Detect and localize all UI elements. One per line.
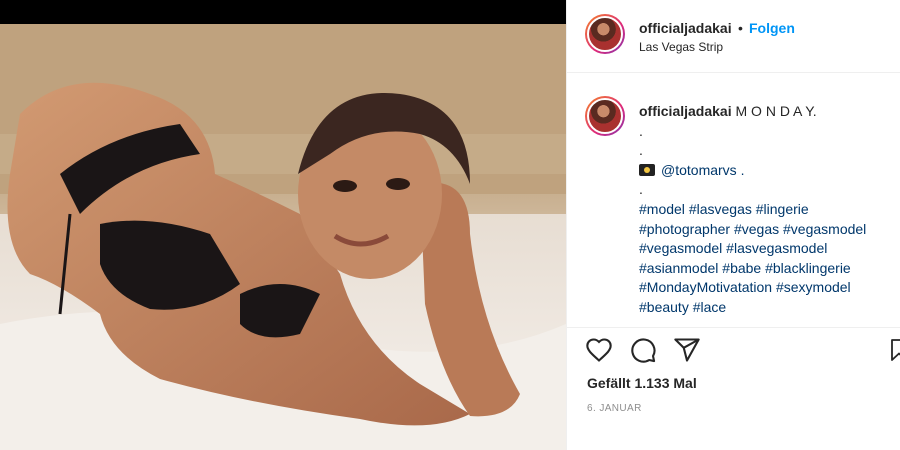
- hashtag-link[interactable]: #vegasmodel: [639, 240, 722, 256]
- hashtag-line: #vegasmodel #lasvegasmodel: [639, 239, 897, 259]
- hashtag-link[interactable]: #vegasmodel: [783, 221, 866, 237]
- caption-username-link[interactable]: officialjadakai: [639, 103, 732, 119]
- camera-emoji-icon: [639, 163, 655, 176]
- heart-icon[interactable]: [585, 336, 613, 364]
- hashtag-link[interactable]: #beauty: [639, 299, 689, 315]
- post-header: officialjadakai • Folgen Las Vegas Strip…: [567, 0, 900, 73]
- hashtag-link[interactable]: #lasvegasmodel: [726, 240, 827, 256]
- post-date[interactable]: 6. JANUAR: [587, 403, 642, 414]
- caption-dot: .: [639, 142, 643, 159]
- caption-text: officialjadakai M O N D A Y. . . @totoma…: [639, 102, 897, 318]
- hashtag-line: #photographer #vegas #vegasmodel: [639, 220, 897, 240]
- hashtag-line: #model #lasvegas #lingerie: [639, 200, 897, 220]
- hashtag-link[interactable]: #asianmodel: [639, 260, 718, 276]
- header-separator: •: [738, 20, 743, 36]
- hashtag-link[interactable]: #lasvegas: [689, 201, 752, 217]
- hashtag-link[interactable]: #blacklingerie: [765, 260, 851, 276]
- post-caption: officialjadakai M O N D A Y. . . @totoma…: [567, 74, 900, 328]
- bookmark-icon[interactable]: [887, 336, 900, 364]
- avatar[interactable]: [585, 14, 625, 54]
- caption-avatar[interactable]: [585, 96, 625, 136]
- action-bar: [567, 336, 900, 368]
- hashtag-link[interactable]: #vegas: [734, 221, 779, 237]
- post-side-panel: officialjadakai • Folgen Las Vegas Strip…: [566, 0, 900, 450]
- share-icon[interactable]: [673, 336, 701, 364]
- hashtag-link[interactable]: #lingerie: [756, 201, 809, 217]
- hashtag-link[interactable]: #sexymodel: [776, 279, 851, 295]
- hashtag-link[interactable]: #babe: [722, 260, 761, 276]
- post-photo[interactable]: [0, 24, 566, 450]
- hashtag-link[interactable]: #lace: [693, 299, 726, 315]
- hashtag-line: #asianmodel #babe #blacklingerie: [639, 259, 897, 279]
- hashtag-line: #beauty #lace: [639, 298, 897, 318]
- mention-link[interactable]: @totomarvs .: [661, 162, 744, 178]
- header-username-link[interactable]: officialjadakai: [639, 20, 732, 36]
- hashtag-line: #MondayMotivatation #sexymodel: [639, 278, 897, 298]
- caption-dot: .: [639, 181, 643, 198]
- follow-button[interactable]: Folgen: [749, 20, 795, 36]
- photo-illustration: [0, 24, 566, 450]
- more-options-icon[interactable]: ⋮: [893, 18, 900, 39]
- location-link[interactable]: Las Vegas Strip: [639, 40, 723, 54]
- hashtag-link[interactable]: #model: [639, 201, 685, 217]
- post-top-bar: [0, 0, 566, 24]
- caption-dot: .: [639, 122, 643, 139]
- caption-headline: M O N D A Y.: [735, 103, 817, 119]
- likes-count[interactable]: Gefällt 1.133 Mal: [587, 375, 697, 391]
- hashtag-list: #model #lasvegas #lingerie #photographer …: [639, 200, 897, 318]
- hashtag-link[interactable]: #photographer: [639, 221, 730, 237]
- comment-icon[interactable]: [629, 336, 657, 364]
- hashtag-link[interactable]: #MondayMotivatation: [639, 279, 772, 295]
